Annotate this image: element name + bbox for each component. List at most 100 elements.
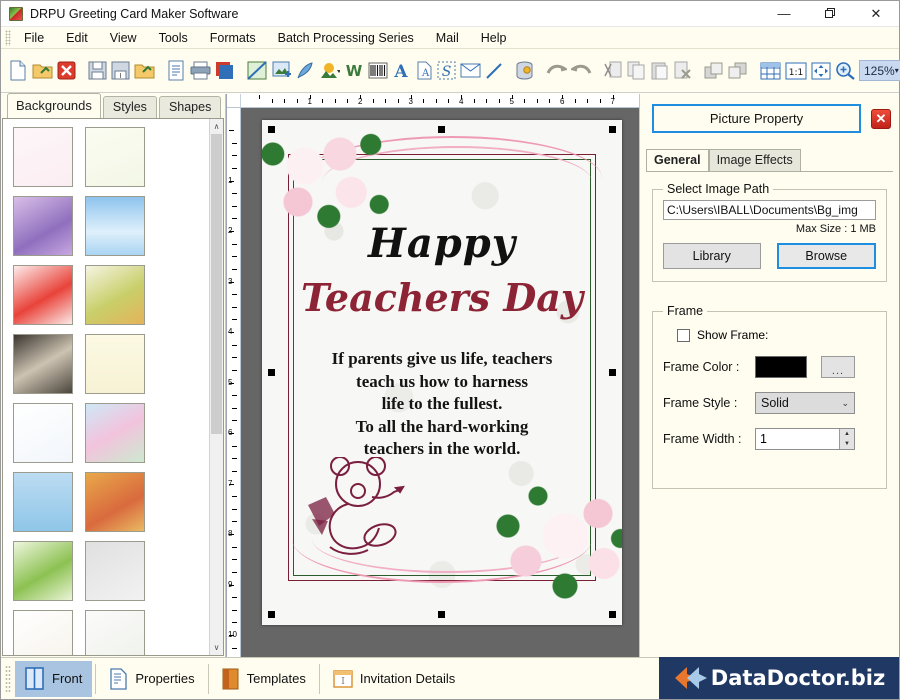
thumb-autumn-leaves[interactable] bbox=[85, 265, 145, 325]
database-icon[interactable] bbox=[514, 56, 535, 86]
bottom-button-invitation-details[interactable]: I Invitation Details bbox=[323, 661, 465, 697]
undo-icon[interactable] bbox=[545, 56, 568, 86]
thumb-green-christmas-trees[interactable] bbox=[13, 541, 73, 601]
open-folder-icon[interactable] bbox=[31, 56, 54, 86]
signature-icon[interactable]: S bbox=[436, 56, 457, 86]
design-canvas[interactable]: Happy Teachers Day If parents give us li… bbox=[241, 108, 639, 657]
scroll-down-icon[interactable]: ∨ bbox=[210, 640, 223, 655]
bottom-grip-handle[interactable] bbox=[5, 664, 11, 693]
zoom-level-combobox[interactable]: 125% ▾ bbox=[859, 60, 900, 81]
paste-icon[interactable] bbox=[649, 56, 670, 86]
selection-handle[interactable] bbox=[268, 126, 275, 133]
menu-item-tools[interactable]: Tools bbox=[148, 28, 199, 48]
card-title-line1[interactable]: Happy bbox=[262, 220, 622, 267]
menu-item-batch-processing-series[interactable]: Batch Processing Series bbox=[267, 28, 425, 48]
selection-handle[interactable] bbox=[609, 611, 616, 618]
tab-shapes[interactable]: Shapes bbox=[158, 96, 222, 118]
copies-icon[interactable] bbox=[214, 56, 236, 86]
library-button[interactable]: Library bbox=[663, 243, 761, 269]
print-preview-icon[interactable] bbox=[166, 56, 187, 86]
menu-item-view[interactable]: View bbox=[99, 28, 148, 48]
scrollbar-thumb[interactable] bbox=[211, 134, 222, 434]
menu-item-formats[interactable]: Formats bbox=[199, 28, 267, 48]
show-frame-checkbox[interactable] bbox=[677, 328, 690, 342]
save-icon[interactable] bbox=[87, 56, 108, 86]
tab-styles[interactable]: Styles bbox=[102, 96, 157, 118]
close-panel-icon[interactable]: ✕ bbox=[871, 108, 891, 129]
thumb-stone-pebbles[interactable] bbox=[13, 334, 73, 394]
frame-style-select[interactable]: Solid ⌄ bbox=[755, 392, 855, 414]
color-picker-button[interactable]: ... bbox=[821, 356, 855, 378]
browse-button[interactable]: Browse bbox=[776, 243, 876, 269]
frame-width-stepper[interactable]: 1 ▲ ▼ bbox=[755, 428, 855, 450]
maximize-icon[interactable] bbox=[807, 1, 853, 27]
tab-backgrounds[interactable]: Backgrounds bbox=[7, 93, 101, 118]
spin-down-icon[interactable]: ▼ bbox=[844, 441, 850, 447]
thumb-blue-snowflakes[interactable] bbox=[13, 472, 73, 532]
selection-handle[interactable] bbox=[609, 369, 616, 376]
line-tool-icon[interactable] bbox=[484, 56, 504, 86]
redo-icon[interactable] bbox=[570, 56, 593, 86]
menu-grip-handle[interactable] bbox=[5, 29, 11, 46]
selection-handle[interactable] bbox=[438, 611, 445, 618]
selection-handle[interactable] bbox=[438, 126, 445, 133]
delete-page-icon[interactable] bbox=[672, 56, 693, 86]
delete-icon[interactable] bbox=[56, 56, 77, 86]
thumb-gift-boxes[interactable] bbox=[13, 403, 73, 463]
selection-handle[interactable] bbox=[268, 369, 275, 376]
shape-picture-icon[interactable] bbox=[317, 56, 341, 86]
tab-general[interactable]: General bbox=[646, 149, 709, 171]
bottom-button-templates[interactable]: Templates bbox=[212, 661, 316, 697]
grid-icon[interactable] bbox=[759, 56, 782, 86]
cut-icon[interactable] bbox=[603, 56, 624, 86]
frame-color-swatch[interactable] bbox=[755, 356, 807, 378]
text-document-icon[interactable]: A bbox=[413, 56, 434, 86]
scroll-up-icon[interactable]: ∧ bbox=[210, 119, 223, 134]
thumb-strawberries[interactable] bbox=[13, 265, 73, 325]
watermark-icon[interactable]: W bbox=[343, 56, 365, 86]
tab-image-effects[interactable]: Image Effects bbox=[708, 149, 801, 171]
card-title-line2[interactable]: Teachers Day bbox=[262, 275, 622, 320]
actual-size-icon[interactable]: 1:1 bbox=[784, 56, 808, 86]
send-to-back-icon[interactable] bbox=[727, 56, 749, 86]
minimize-icon[interactable]: — bbox=[761, 1, 807, 27]
vertical-ruler[interactable]: 1 2 3 4 5 6 7 8 9 10 bbox=[227, 108, 241, 657]
thumb-blue-sky-clouds[interactable] bbox=[85, 196, 145, 256]
thumb-baby-doodles[interactable] bbox=[13, 127, 73, 187]
horizontal-ruler[interactable]: 1 2 3 4 5 6 7 bbox=[227, 94, 639, 108]
print-icon[interactable] bbox=[189, 56, 212, 86]
image-path-input[interactable] bbox=[663, 200, 876, 220]
show-frame-row[interactable]: Show Frame: bbox=[677, 328, 876, 342]
thumb-kids-pattern[interactable] bbox=[13, 610, 73, 655]
new-document-icon[interactable] bbox=[7, 56, 29, 86]
insert-image-icon[interactable] bbox=[271, 56, 293, 86]
selection-handle[interactable] bbox=[609, 126, 616, 133]
stepper-arrows[interactable]: ▲ ▼ bbox=[839, 429, 854, 449]
copy-icon[interactable] bbox=[626, 56, 647, 86]
selection-handle[interactable] bbox=[268, 611, 275, 618]
bottom-button-properties[interactable]: Properties bbox=[99, 661, 204, 697]
close-icon[interactable]: ✕ bbox=[853, 1, 899, 27]
email-icon[interactable] bbox=[459, 56, 482, 86]
bring-to-front-icon[interactable] bbox=[703, 56, 725, 86]
thumb-white-heart[interactable] bbox=[85, 541, 145, 601]
thumb-cream-flowers[interactable] bbox=[85, 334, 145, 394]
spin-up-icon[interactable]: ▲ bbox=[844, 431, 850, 437]
menu-item-mail[interactable]: Mail bbox=[425, 28, 470, 48]
export-folder-icon[interactable] bbox=[133, 56, 156, 86]
barcode-icon[interactable] bbox=[367, 56, 389, 86]
zoom-in-icon[interactable] bbox=[834, 56, 856, 86]
pen-tool-icon[interactable] bbox=[295, 56, 315, 86]
text-tool-icon[interactable]: A bbox=[391, 56, 411, 86]
card-message-text[interactable]: If parents give us life, teachers teach u… bbox=[288, 348, 596, 461]
thumb-pine-cones[interactable] bbox=[85, 610, 145, 655]
menu-item-file[interactable]: File bbox=[13, 28, 55, 48]
thumbnail-scrollbar[interactable]: ∧ ∨ bbox=[209, 119, 223, 655]
menu-item-edit[interactable]: Edit bbox=[55, 28, 99, 48]
design-view-icon[interactable] bbox=[246, 56, 269, 86]
bottom-button-front[interactable]: Front bbox=[15, 660, 93, 697]
menu-item-help[interactable]: Help bbox=[470, 28, 518, 48]
fit-to-window-icon[interactable] bbox=[810, 56, 832, 86]
thumb-orange-mandalas[interactable] bbox=[85, 472, 145, 532]
thumb-alphabet-pastel[interactable] bbox=[85, 127, 145, 187]
